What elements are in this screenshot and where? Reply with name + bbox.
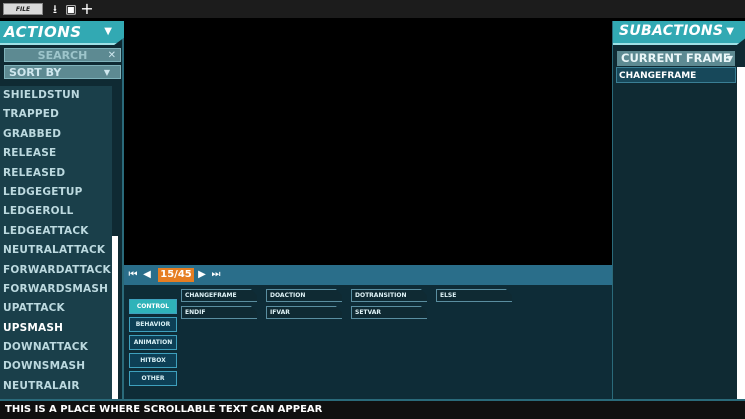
add-icon[interactable]: + (80, 1, 94, 17)
actions-panel: ACTIONS ▼ SEARCH ✕ SORT BY ▼ SHIELDSTUN T… (0, 21, 124, 399)
action-item[interactable]: RELEASED (0, 164, 112, 183)
subaction-button-changeframe[interactable]: CHANGEFRAME (181, 289, 257, 302)
prev-frame-icon[interactable]: ◀ (142, 268, 152, 282)
actions-scrollbar[interactable] (112, 86, 120, 399)
subactions-panel: SUBACTIONS ▼ CURRENT FRAME ▼ CHANGEFRAME (612, 21, 745, 399)
status-text: THIS IS A PLACE WHERE SCROLLABLE TEXT CA… (5, 404, 323, 415)
action-item[interactable]: GRABBED (0, 125, 112, 144)
last-frame-icon[interactable]: ⏭ (211, 268, 221, 282)
subaction-button-else[interactable]: ELSE (436, 289, 512, 302)
actions-header[interactable]: ACTIONS ▼ (0, 21, 124, 45)
action-item[interactable]: LEDGEGETUP (0, 183, 112, 202)
status-bar: THIS IS A PLACE WHERE SCROLLABLE TEXT CA… (0, 399, 745, 419)
action-item[interactable]: RELEASE (0, 144, 112, 163)
subaction-button-endif[interactable]: ENDIF (181, 306, 257, 319)
tab-animation[interactable]: ANIMATION (129, 335, 177, 350)
search-placeholder: SEARCH (37, 49, 88, 62)
subaction-button-doaction[interactable]: DOACTION (266, 289, 342, 302)
save-icon[interactable]: ▣ (64, 2, 78, 16)
file-menu-button[interactable]: FILE (3, 3, 43, 15)
next-frame-icon[interactable]: ▶ (197, 268, 207, 282)
actions-list: SHIELDSTUN TRAPPED GRABBED RELEASE RELEASED L… (0, 86, 112, 399)
search-input[interactable]: SEARCH ✕ (4, 48, 121, 62)
action-item[interactable]: NEUTRALAIR (0, 377, 112, 396)
action-item[interactable]: LEDGEROLL (0, 202, 112, 221)
frame-counter[interactable]: 15/45 (158, 268, 194, 282)
sort-by-dropdown[interactable]: SORT BY ▼ (4, 65, 121, 79)
subactions-scrollbar[interactable] (737, 67, 745, 399)
frame-select-dropdown[interactable]: CURRENT FRAME ▼ (617, 51, 735, 66)
action-item[interactable]: TRAPPED (0, 105, 112, 124)
subaction-button-setvar[interactable]: SETVAR (351, 306, 427, 319)
subactions-list: CHANGEFRAME (616, 67, 736, 399)
chevron-down-icon: ▼ (103, 68, 110, 77)
first-frame-icon[interactable]: ⏮ (128, 268, 138, 282)
action-item[interactable]: SHIELDSTUN (0, 86, 112, 105)
preview-viewport[interactable] (126, 21, 611, 265)
actions-title: ACTIONS (4, 23, 82, 41)
chevron-down-icon: ▼ (726, 54, 733, 63)
chevron-down-icon[interactable]: ▼ (726, 26, 734, 37)
list-item[interactable]: CHANGEFRAME (616, 67, 736, 83)
frame-select-label: CURRENT FRAME (621, 51, 731, 65)
action-item[interactable]: FORWARDSMASH (0, 280, 112, 299)
action-item[interactable]: NEUTRALATTACK (0, 241, 112, 260)
download-icon[interactable]: ⭳ (48, 2, 62, 16)
tab-other[interactable]: OTHER (129, 371, 177, 386)
tab-behavior[interactable]: BEHAVIOR (129, 317, 177, 332)
scrollbar-thumb[interactable] (112, 236, 118, 399)
subactions-title: SUBACTIONS (619, 23, 724, 39)
subaction-button-ifvar[interactable]: IFVAR (266, 306, 342, 319)
action-item[interactable]: LEDGEATTACK (0, 222, 112, 241)
action-item[interactable]: FORWARDATTACK (0, 261, 112, 280)
action-item[interactable]: DOWNATTACK (0, 338, 112, 357)
subactions-header[interactable]: SUBACTIONS ▼ (613, 21, 745, 45)
action-item[interactable]: UPSMASH (0, 319, 112, 338)
tab-control[interactable]: CONTROL (129, 299, 177, 314)
subaction-palette: CONTROL BEHAVIOR ANIMATION HITBOX OTHER CHAN… (124, 285, 612, 399)
tab-hitbox[interactable]: HITBOX (129, 353, 177, 368)
chevron-down-icon[interactable]: ▼ (104, 26, 112, 37)
sort-by-label: SORT BY (9, 66, 62, 79)
category-tabs: CONTROL BEHAVIOR ANIMATION HITBOX OTHER (129, 299, 177, 389)
subaction-button-dotransition[interactable]: DOTRANSITION (351, 289, 427, 302)
close-icon[interactable]: ✕ (108, 49, 116, 63)
action-item[interactable]: UPATTACK (0, 299, 112, 318)
action-item[interactable]: DOWNSMASH (0, 357, 112, 376)
top-toolbar: FILE ⭳ ▣ + (0, 0, 745, 18)
frame-timeline: ⏮ ◀ 15/45 ▶ ⏭ (124, 265, 612, 285)
